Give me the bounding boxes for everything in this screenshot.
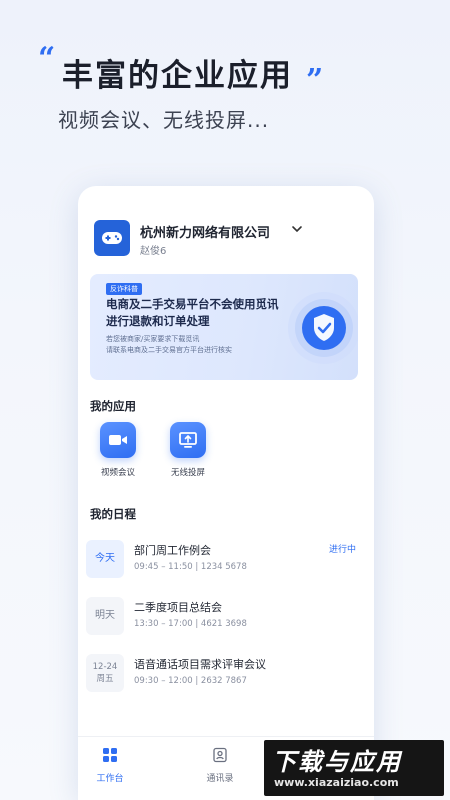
schedule-date-text: 今天 [95,553,115,564]
gamepad-icon [94,220,130,256]
tab-workbench[interactable]: 工作台 [80,747,140,784]
shield-check-icon [288,292,358,364]
app-label: 无线投屏 [170,468,205,478]
my-schedule-title: 我的日程 [90,507,136,521]
grid-icon [103,748,117,762]
quote-open-icon: “ [38,41,56,76]
schedule-item[interactable]: 明天 二季度项目总结会 13:30 – 17:00 | 4621 3698 [86,593,368,637]
app-video-meeting[interactable]: 视频会议 [88,422,148,478]
banner-desc-line: 若您被商家/买家要求下载觅讯 [106,335,200,343]
schedule-date: 今天 [86,540,124,578]
schedule-title: 语音通话项目需求评审会议 [134,658,266,671]
quote-close-icon: ” [306,63,324,98]
hero-title: 丰富的企业应用 [62,58,293,94]
schedule-date-text: 明天 [95,610,115,621]
schedule-title: 部门周工作例会 [134,544,211,557]
company-name: 杭州新力网络有限公司 [140,226,271,241]
schedule-weekday: 周五 [96,674,114,684]
status-badge: 进行中 [328,545,356,555]
phone-screen: 杭州新力网络有限公司 赵俊6 反诈科普 电商及二手交易平台不会使用觅讯进行退款和… [78,186,374,800]
app-label: 视频会议 [100,468,135,478]
tab-label: 工作台 [96,774,124,784]
my-apps-title: 我的应用 [90,399,136,413]
screen-cast-icon [170,422,206,458]
chevron-down-icon[interactable] [290,222,304,236]
watermark: 下载与应用 www.xiazaiziao.com [264,740,444,796]
banner-description: 若您被商家/买家要求下载觅讯 请联系电商及二手交易官方平台进行核实 [106,334,286,356]
banner-title: 电商及二手交易平台不会使用觅讯进行退款和订单处理 [106,297,279,328]
user-name: 赵俊6 [140,246,167,257]
app-screen-cast[interactable]: 无线投屏 [158,422,218,478]
banner-desc-line: 请联系电商及二手交易官方平台进行核实 [106,346,232,354]
schedule-date: 明天 [86,597,124,635]
schedule-title: 二季度项目总结会 [134,601,222,614]
video-camera-icon [100,422,136,458]
schedule-meta: 13:30 – 17:00 | 4621 3698 [134,619,247,629]
schedule-item[interactable]: 12-24 周五 语音通话项目需求评审会议 09:30 – 12:00 | 26… [86,650,368,694]
schedule-item[interactable]: 今天 部门周工作例会 09:45 – 11:50 | 1234 5678 进行中 [86,536,368,580]
schedule-meta: 09:45 – 11:50 | 1234 5678 [134,562,247,572]
contacts-icon [213,747,227,763]
company-switcher[interactable]: 杭州新力网络有限公司 赵俊6 [94,220,358,260]
schedule-date: 12-24 周五 [86,654,124,692]
schedule-meta: 09:30 – 12:00 | 2632 7867 [134,676,247,686]
watermark-title: 下载与应用 [272,748,402,776]
anti-fraud-banner[interactable]: 反诈科普 电商及二手交易平台不会使用觅讯进行退款和订单处理 若您被商家/买家要求… [90,274,358,380]
tab-label: 通讯录 [206,774,234,784]
hero-subtitle: 视频会议、无线投屏... [58,108,270,132]
tab-contacts[interactable]: 通讯录 [190,747,250,784]
schedule-date-text: 12-24 [92,662,118,672]
banner-tag: 反诈科普 [106,283,142,295]
watermark-url: www.xiazaiziao.com [274,776,399,789]
